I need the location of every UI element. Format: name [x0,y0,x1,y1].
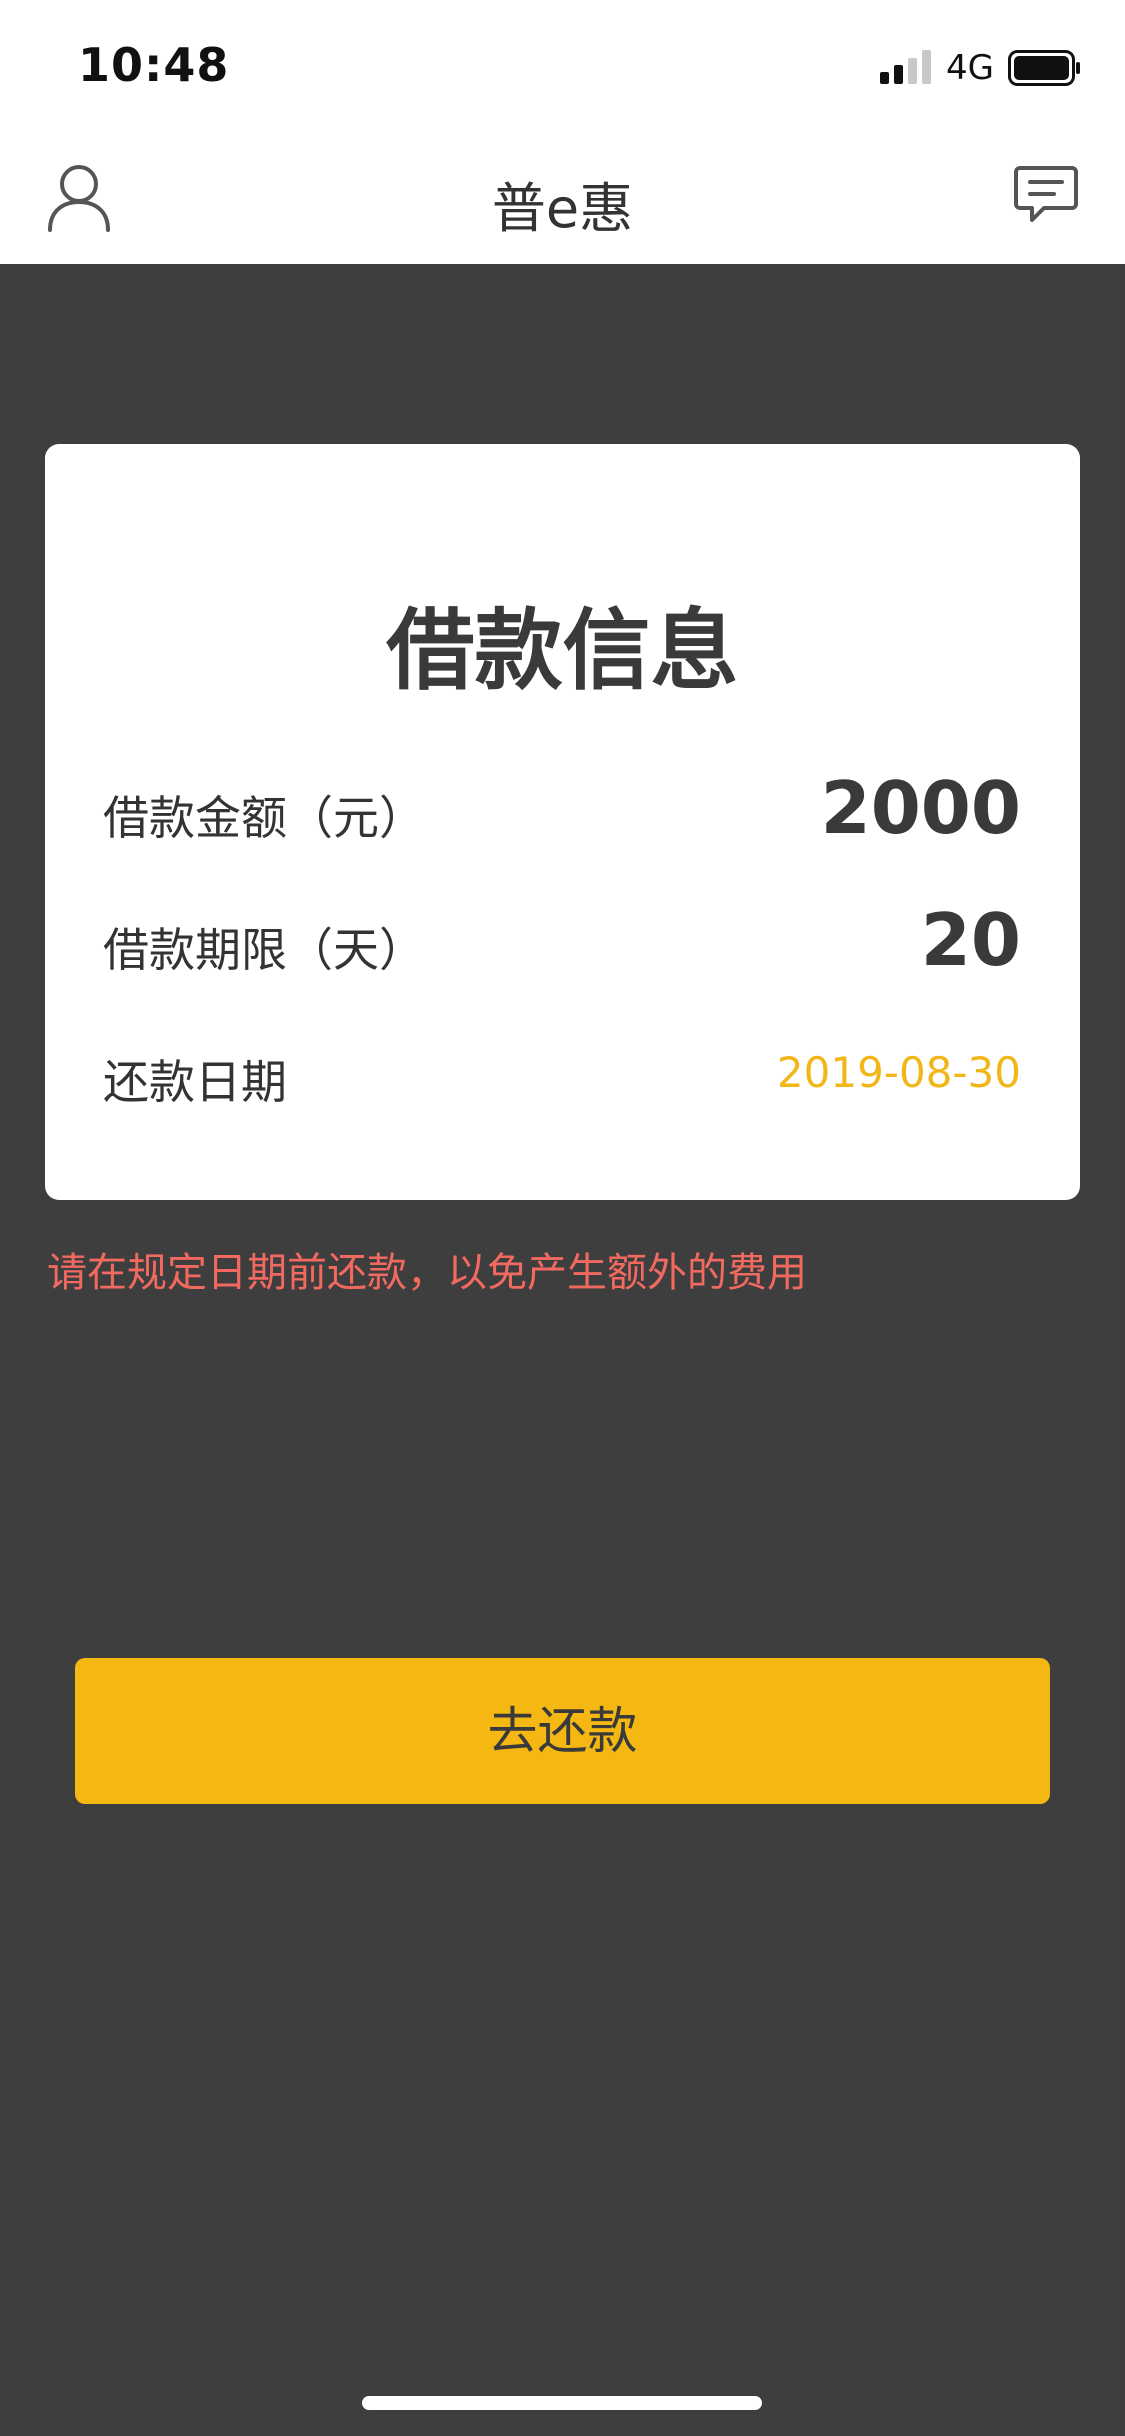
repay-date-row: 还款日期 2019-08-30 [103,1030,1021,1120]
repay-button[interactable]: 去还款 [75,1658,1050,1804]
network-type: 4G [946,48,994,88]
chat-icon[interactable] [1014,164,1078,226]
loan-amount-row: 借款金额（元） 2000 [103,766,1021,856]
app-title: 普e惠 [491,177,634,240]
status-time: 10:48 [78,38,230,92]
battery-icon [1008,50,1080,86]
loan-amount-label: 借款金额（元） [103,791,425,845]
card-title: 借款信息 [386,599,739,702]
loan-term-label: 借款期限（天） [103,923,425,977]
top-area: 10:48 4G 普e惠 [0,0,1125,264]
loan-term-row: 借款期限（天） 20 [103,898,1021,988]
repay-notice: 请在规定日期前还款，以免产生额外的费用 [47,1250,807,1296]
loan-term-value: 20 [920,898,1021,982]
nav-bar: 普e惠 [0,132,1125,264]
signal-icon [880,50,931,84]
status-bar: 10:48 4G [0,0,1125,132]
repay-date-label: 还款日期 [103,1055,287,1109]
repay-date-value: 2019-08-30 [776,1048,1021,1097]
loan-info-card: 借款信息 借款金额（元） 2000 借款期限（天） 20 还款日期 2019-0… [45,444,1080,1200]
loan-amount-value: 2000 [820,766,1021,850]
home-indicator[interactable] [362,2396,762,2410]
